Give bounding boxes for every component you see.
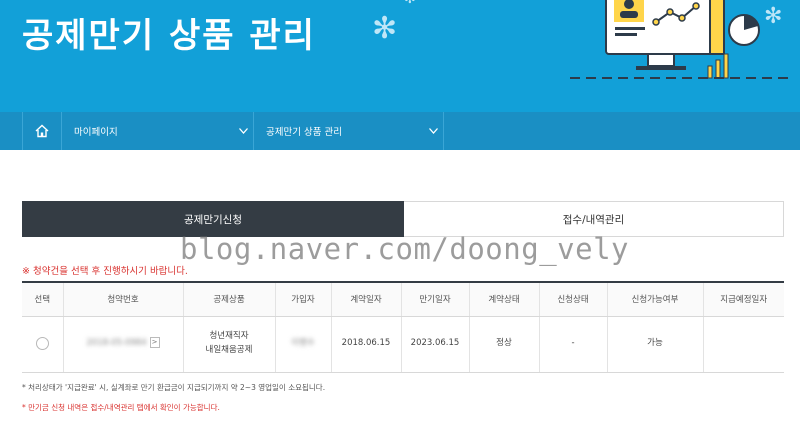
contract-date-cell: 2018.06.15 [330,316,401,373]
column-header: 선택 [22,281,63,317]
subscription-detail-button[interactable]: > [149,337,160,349]
product-name-line2: 내일채움공제 [205,345,253,355]
column-header: 청약번호 [62,281,183,317]
footnote-history-tab: * 만기금 신청 내역은 접수/내역관리 탭에서 확인이 가능합니다. [22,403,220,412]
row-select-radio[interactable] [35,336,49,350]
contract-status-cell: 정상 [468,316,539,373]
select-cell [22,316,63,373]
header-banner: 공제만기 상품 관리 ✻ ✻ ✻ [0,0,800,112]
subscriber-cell: 이병수 [274,316,331,373]
column-header: 공제상품 [182,281,275,317]
subscriber-name: 이병수 [291,338,315,349]
column-header: 가입자 [274,281,331,317]
column-header: 계약상태 [468,281,539,317]
selection-notice: ※ 청약건을 선택 후 진행하시기 바랍니다. [22,266,188,277]
nav-dropdown-maturity[interactable]: 공제만기 상품 관리 [254,112,444,150]
subscription-table: 선택 청약번호 공제상품 가입자 계약일자 만기일자 계약상태 신청상태 신청가… [22,281,784,373]
breadcrumb-navbar: 마이페이지 공제만기 상품 관리 [0,112,800,150]
monitor-chart-illustration [570,0,790,79]
column-header: 만기일자 [400,281,469,317]
home-button[interactable] [22,112,62,150]
product-cell: 청년재직자 내일채움공제 [182,316,275,373]
nav-dropdown-mypage[interactable]: 마이페이지 [62,112,254,150]
column-header: 신청상태 [538,281,607,317]
chevron-down-icon [423,128,443,134]
nav-item-label: 공제만기 상품 관리 [266,127,342,138]
application-status-cell: - [538,316,607,373]
nav-item-label: 마이페이지 [74,127,118,138]
subscription-no: 2018-05-0984 [86,338,147,349]
product-name-line1: 청년재직자 [209,331,249,342]
blog-watermark: blog.naver.com/doong_vely [180,232,629,266]
maturity-date-cell: 2023.06.15 [400,316,469,373]
snowflake-icon: ✻ [404,0,416,6]
payment-date-cell [702,316,784,373]
footnote-payment-period: * 처리상태가 '지급완료' 시, 실계좌로 만기 환급금이 지급되기까지 약 … [22,383,326,392]
column-header: 신청가능여부 [606,281,703,317]
snowflake-icon: ✻ [372,11,398,46]
subscription-no-cell: 2018-05-0984 > [62,316,183,373]
table-header-row: 선택 청약번호 공제상품 가입자 계약일자 만기일자 계약상태 신청상태 신청가… [22,281,784,317]
eligibility-cell: 가능 [606,316,703,373]
table-row: 2018-05-0984 > 청년재직자 내일채움공제 이병수 2018.06.1… [22,316,784,373]
home-icon [35,124,49,138]
chevron-down-icon [233,128,253,134]
column-header: 계약일자 [330,281,401,317]
page-title: 공제만기 상품 관리 [22,16,316,56]
column-header: 지급예정일자 [702,281,784,317]
